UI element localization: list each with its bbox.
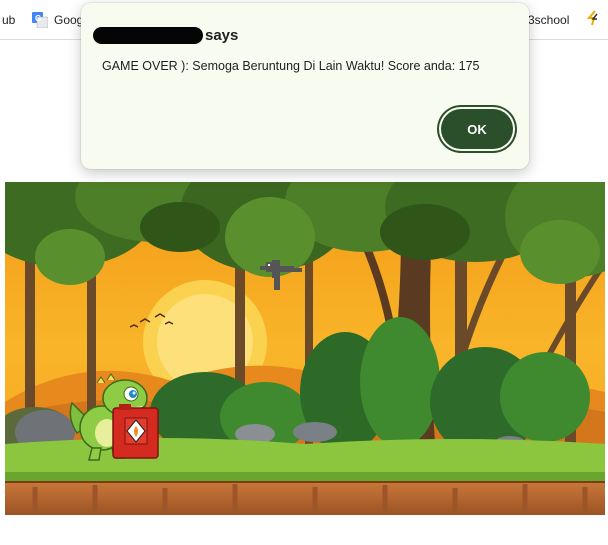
redacted-site-name (93, 27, 203, 44)
logo-icon (585, 9, 603, 30)
dialog-origin: says (93, 27, 238, 44)
bookmark-logo[interactable] (585, 9, 603, 30)
jungle-scene (5, 182, 605, 515)
bookmark-w3school-label: 3school (528, 13, 570, 27)
bookmark-google-label: Goog (54, 13, 84, 27)
browser-viewport: ub G Goog 3school says GAME OVER): Semo… (0, 0, 608, 545)
game-canvas[interactable] (5, 182, 605, 515)
alert-dialog: says GAME OVER ): Semoga Beruntung Di La… (81, 3, 529, 169)
google-translate-icon: G (32, 12, 48, 28)
obstacle-fuel-can (112, 404, 159, 459)
bookmark-github-label: ub (2, 13, 16, 27)
ok-button[interactable]: OK (441, 109, 513, 149)
svg-text:G: G (35, 14, 41, 23)
bookmark-google[interactable]: G Goog (32, 11, 83, 29)
bookmark-github[interactable]: ub (2, 11, 15, 29)
bookmark-w3school[interactable]: 3school (528, 11, 569, 29)
dialog-says-label: says (205, 27, 239, 44)
dialog-message: GAME OVER ): Semoga Beruntung Di Lain Wa… (102, 59, 480, 73)
